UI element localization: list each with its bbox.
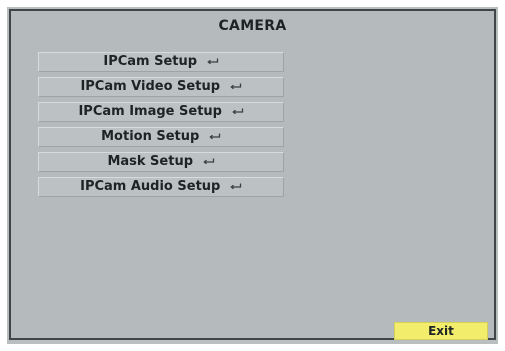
camera-menu-list: IPCam Setup IPCam Video Setup IPCam Imag… — [38, 52, 284, 202]
menu-item-ipcam-setup[interactable]: IPCam Setup — [38, 52, 284, 72]
menu-item-label: IPCam Image Setup — [78, 104, 222, 119]
enter-arrow-icon — [202, 158, 214, 164]
menu-item-label: IPCam Audio Setup — [80, 179, 221, 194]
enter-arrow-icon — [206, 58, 218, 64]
menu-item-ipcam-image-setup[interactable]: IPCam Image Setup — [38, 102, 284, 122]
enter-arrow-icon — [231, 108, 243, 114]
menu-item-label: IPCam Video Setup — [80, 79, 221, 94]
menu-item-label: Motion Setup — [101, 129, 200, 144]
enter-arrow-icon — [230, 183, 242, 189]
menu-item-ipcam-audio-setup[interactable]: IPCam Audio Setup — [38, 177, 284, 197]
camera-menu-panel: CAMERA IPCam Setup IPCam Video Setup IPC… — [9, 9, 496, 340]
menu-item-label: Mask Setup — [107, 154, 194, 169]
menu-item-ipcam-video-setup[interactable]: IPCam Video Setup — [38, 77, 284, 97]
menu-item-motion-setup[interactable]: Motion Setup — [38, 127, 284, 147]
camera-osd-screen: CAMERA IPCam Setup IPCam Video Setup IPC… — [0, 0, 505, 351]
enter-arrow-icon — [229, 83, 241, 89]
menu-item-label: IPCam Setup — [103, 54, 198, 69]
menu-item-mask-setup[interactable]: Mask Setup — [38, 152, 284, 172]
exit-button[interactable]: Exit — [394, 322, 488, 340]
page-title: CAMERA — [218, 18, 287, 34]
enter-arrow-icon — [209, 133, 221, 139]
